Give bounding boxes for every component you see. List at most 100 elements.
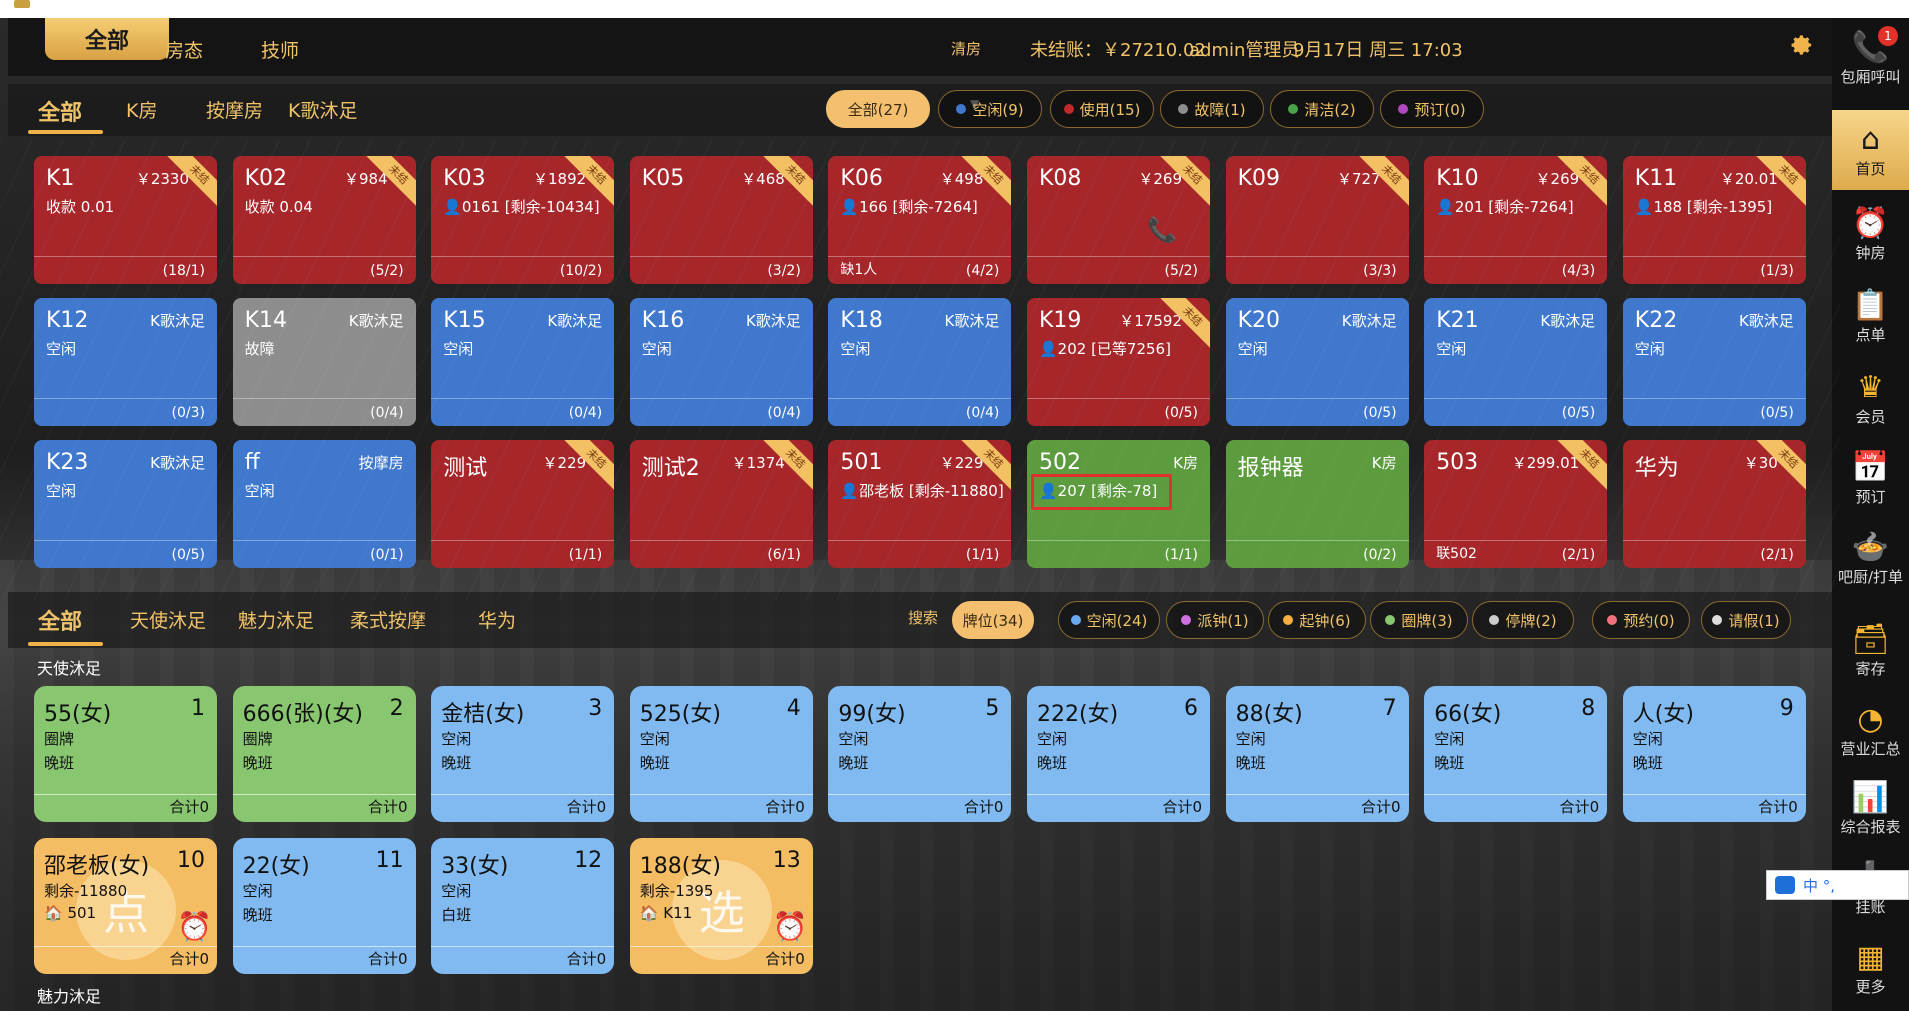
room-type: K房	[1371, 454, 1397, 472]
technician-card[interactable]: 88(女) 7 空闲 晚班 合计0	[1225, 686, 1409, 822]
top-tab-technician[interactable]: 技师	[261, 36, 299, 63]
room-count: (0/1)	[370, 547, 404, 563]
room-status-text: 空闲	[840, 340, 871, 358]
top-tab-all[interactable]: 全部	[45, 18, 169, 60]
sidebar-item-8[interactable]: ◔ 营业汇总	[1832, 690, 1909, 770]
technician-card[interactable]: 33(女) 12 空闲 白班 合计0	[431, 838, 615, 974]
chip-technician-status-0[interactable]: 牌位(34)	[952, 601, 1034, 639]
chip-room-status-4[interactable]: 清洁(2)	[1270, 90, 1374, 128]
technician-card[interactable]: 人(女) 9 空闲 晚班 合计0	[1622, 686, 1806, 822]
search-button[interactable]: 搜索	[908, 607, 938, 628]
technician-tab-1[interactable]: 天使沐足	[130, 606, 206, 633]
sidebar-item-11[interactable]: ▦ 更多	[1832, 928, 1909, 1008]
technician-card[interactable]: 525(女) 4 空闲 晚班 合计0	[629, 686, 813, 822]
room-type: K歌沐足	[745, 312, 801, 330]
room-card[interactable]: K21 K歌沐足 空闲 (0/5)	[1424, 298, 1608, 426]
chip-technician-status-3[interactable]: 起钟(6)	[1268, 601, 1366, 639]
room-card[interactable]: K18 K歌沐足 空闲 (0/4)	[828, 298, 1012, 426]
sidebar-item-1[interactable]: ⌂ 首页	[1832, 110, 1909, 190]
room-card[interactable]: 501 ￥229 👤邵老板 [剩余-11880] 未结 (1/1)	[828, 440, 1012, 568]
room-name: K21	[1436, 308, 1479, 333]
top-tab-room-status[interactable]: 房态	[165, 36, 203, 63]
room-count: (0/5)	[1561, 405, 1596, 421]
chip-room-status-2[interactable]: 使用(15)	[1050, 90, 1154, 128]
chip-technician-status-7[interactable]: 请假(1)	[1701, 601, 1791, 639]
technician-card[interactable]: 666(张)(女) 2 圈牌 晚班 合计0	[232, 686, 416, 822]
room-card[interactable]: 测试 ￥229 未结 (1/1)	[431, 440, 615, 568]
technician-tab-2[interactable]: 魅力沐足	[238, 606, 314, 633]
ime-toolbar[interactable]: 中 °,	[1766, 870, 1909, 900]
technician-card[interactable]: 22(女) 11 空闲 晚班 合计0	[232, 838, 416, 974]
sidebar-item-5[interactable]: 📅 预订	[1832, 438, 1909, 518]
chip-technician-status-5[interactable]: 停牌(2)	[1472, 601, 1574, 639]
technician-total: 合计0	[765, 798, 805, 816]
room-card[interactable]: 502 K房 👤207 [剩余-78] (1/1)	[1027, 440, 1210, 568]
room-card[interactable]: K10 ￥269 👤201 [剩余-7264] 未结 (4/3)	[1424, 156, 1608, 284]
room-card[interactable]: K15 K歌沐足 空闲 (0/4)	[431, 298, 615, 426]
sidebar-item-3[interactable]: 📋 点单	[1832, 276, 1909, 356]
technician-tab-3[interactable]: 柔式按摩	[350, 606, 426, 633]
room-tab-all[interactable]: 全部	[38, 95, 82, 127]
room-card[interactable]: 测试2 ￥1374 未结 (6/1)	[629, 440, 813, 568]
room-tab-k[interactable]: K房	[126, 96, 157, 123]
gear-icon[interactable]	[1788, 32, 1814, 58]
chip-label: 空闲(24)	[1086, 611, 1148, 630]
room-card[interactable]: K06 ￥498 👤166 [剩余-7264] 未结 缺1人 (4/2)	[828, 156, 1012, 284]
technician-card[interactable]: 点邵老板(女) 10 剩余-11880 🏠 501 ⏰ 合计0	[34, 838, 217, 974]
technician-card[interactable]: 55(女) 1 圈牌 晚班 合计0	[34, 686, 217, 822]
sidebar-item-6[interactable]: 🍲 吧厨/打单	[1832, 518, 1909, 598]
technician-shift: 晚班	[242, 906, 273, 924]
technician-card[interactable]: 99(女) 5 空闲 晚班 合计0	[828, 686, 1012, 822]
technician-card[interactable]: 选 188(女) 13 剩余-1395 🏠 K11 ⏰ 合计0	[629, 838, 813, 974]
room-card[interactable]: ff 按摩房 空闲 (0/1)	[232, 440, 416, 568]
room-count: (0/5)	[1164, 405, 1198, 421]
chip-room-status-3[interactable]: 故障(1)	[1160, 90, 1264, 128]
technician-status: 空闲	[639, 730, 670, 748]
room-card[interactable]: K05 ￥468 未结 (3/2)	[629, 156, 813, 284]
sidebar-item-9[interactable]: 📊 综合报表	[1832, 768, 1909, 848]
chip-room-status-1[interactable]: 空闲(9)	[938, 90, 1042, 128]
technician-shift: 晚班	[44, 754, 75, 772]
room-card[interactable]: K1 ￥2330 收款 0.01 未结 (18/1)	[34, 156, 217, 284]
room-card[interactable]: K16 K歌沐足 空闲 (0/4)	[629, 298, 813, 426]
technician-card[interactable]: 66(女) 8 空闲 晚班 合计0	[1424, 686, 1608, 822]
technician-tab-0[interactable]: 全部	[38, 604, 82, 636]
technician-card[interactable]: 222(女) 6 空闲 晚班 合计0	[1027, 686, 1210, 822]
room-card[interactable]: K02 ￥984 收款 0.04 未结 (5/2)	[232, 156, 416, 284]
room-card[interactable]: K23 K歌沐足 空闲 (0/5)	[34, 440, 217, 568]
room-card[interactable]: 报钟器 K房 (0/2)	[1225, 440, 1409, 568]
room-card[interactable]: K14 K歌沐足 故障 (0/4)	[232, 298, 416, 426]
technician-name: 525(女)	[639, 702, 721, 727]
room-name: K06	[840, 166, 883, 191]
room-card[interactable]: K09 ￥727 未结 (3/3)	[1225, 156, 1409, 284]
technician-tab-4[interactable]: 华为	[478, 606, 516, 633]
room-tab-ktv-foot[interactable]: K歌沐足	[288, 96, 357, 123]
room-card[interactable]: K08 ￥269 📞 未结 (5/2)	[1027, 156, 1210, 284]
room-card[interactable]: K20 K歌沐足 空闲 (0/5)	[1225, 298, 1409, 426]
chip-technician-status-1[interactable]: 空闲(24)	[1058, 601, 1160, 639]
chip-technician-status-6[interactable]: 预约(0)	[1592, 601, 1690, 639]
chip-technician-status-2[interactable]: 派钟(1)	[1166, 601, 1264, 639]
room-card[interactable]: K22 K歌沐足 空闲 (0/5)	[1622, 298, 1806, 426]
room-count: (0/4)	[568, 405, 603, 421]
room-card[interactable]: K19 ￥17592 👤202 [已等7256] 未结 (0/5)	[1027, 298, 1210, 426]
sidebar-item-4[interactable]: ♛ 会员	[1832, 358, 1909, 438]
phone-icon: 📞	[1147, 216, 1177, 244]
chip-label: 空闲(9)	[972, 100, 1024, 119]
room-name: K1	[46, 166, 75, 191]
chip-technician-status-4[interactable]: 圈牌(3)	[1370, 601, 1468, 639]
sidebar-item-0[interactable]: 📞 包厢呼叫 1	[1832, 18, 1909, 98]
room-card[interactable]: K11 ￥20.01 👤188 [剩余-1395] 未结 (1/3)	[1622, 156, 1806, 284]
technician-card[interactable]: 金桔(女) 3 空闲 晚班 合计0	[431, 686, 615, 822]
room-card[interactable]: K03 ￥1892 👤0161 [剩余-10434] 未结 (10/2)	[431, 156, 615, 284]
room-card[interactable]: 华为 ￥30 未结 (2/1)	[1622, 440, 1806, 568]
room-card[interactable]: K12 K歌沐足 空闲 (0/3)	[34, 298, 217, 426]
room-tab-massage[interactable]: 按摩房	[206, 96, 263, 123]
technician-name: 188(女)	[639, 854, 721, 879]
sidebar-item-7[interactable]: 🗃 寄存	[1832, 610, 1909, 690]
chip-room-status-5[interactable]: 预订(0)	[1380, 90, 1484, 128]
room-card[interactable]: 503 ￥299.01 未结 联502 (2/1)	[1424, 440, 1608, 568]
chip-room-status-0[interactable]: 全部(27)	[826, 90, 930, 128]
sidebar-item-2[interactable]: ⏰ 钟房	[1832, 194, 1909, 274]
clean-room-button[interactable]: 清房	[951, 38, 981, 59]
